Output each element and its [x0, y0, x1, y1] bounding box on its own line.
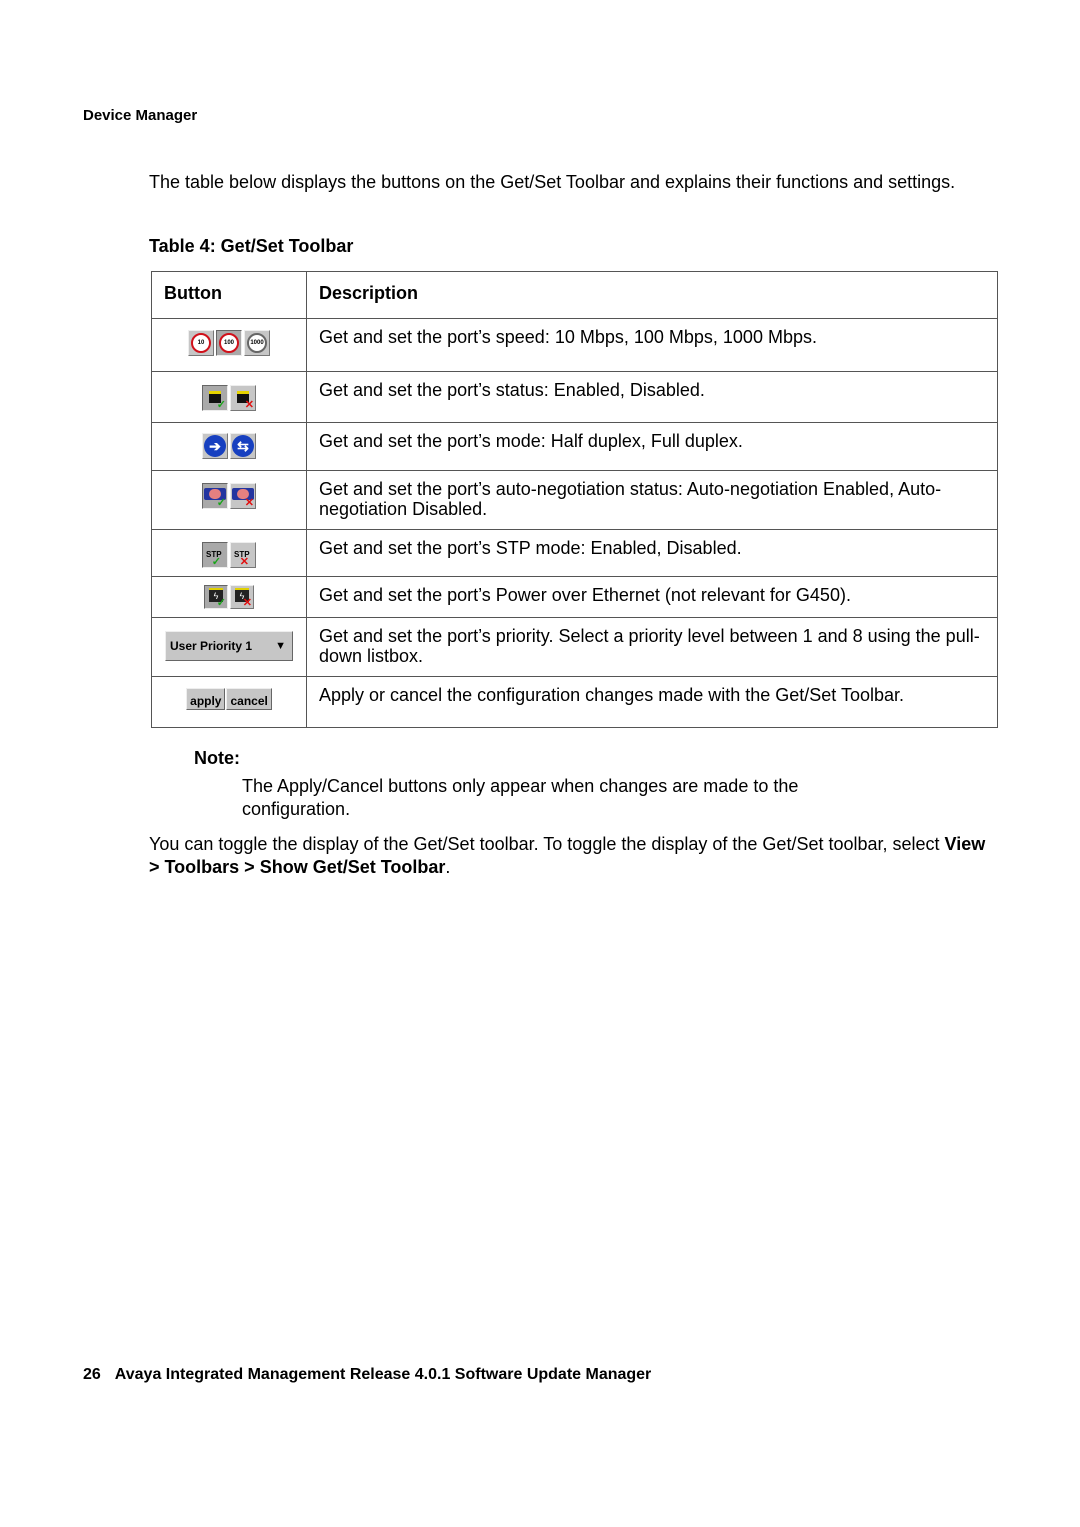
autoneg-enabled-button[interactable]: ✓	[202, 483, 228, 509]
cross-icon: ✕	[242, 597, 252, 609]
running-head: Device Manager	[83, 107, 198, 124]
check-icon: ✓	[216, 597, 226, 609]
user-priority-select[interactable]: User Priority 1 ▼	[165, 631, 293, 661]
check-icon: ✓	[216, 399, 226, 411]
button-cell: STP ✓ STP ✕	[151, 529, 307, 577]
check-icon: ✓	[216, 497, 226, 509]
button-cell: ✓ ✕	[151, 371, 307, 423]
table-row: 10 100 1000 Get and set the port’s speed…	[151, 318, 998, 372]
speed-100-icon: 100	[219, 333, 239, 353]
table-row: ✓ ✕ Get and set the port’s status: Enabl…	[151, 371, 998, 423]
description-cell: Get and set the port’s mode: Half duplex…	[306, 422, 998, 471]
full-duplex-icon: ⇆	[232, 435, 254, 457]
button-cell: ➔ ⇆	[151, 422, 307, 471]
toggle-paragraph: You can toggle the display of the Get/Se…	[149, 833, 999, 879]
port-enabled-button[interactable]: ✓	[202, 385, 228, 411]
note-text: The Apply/Cancel buttons only appear whe…	[242, 776, 799, 819]
chevron-down-icon: ▼	[275, 640, 286, 652]
table-row: ϟ ✓ ϟ ✕ Get and set the port’s Power over …	[151, 576, 998, 618]
button-cell: apply cancel	[151, 676, 307, 728]
description-cell: Get and set the port’s Power over Ethern…	[306, 576, 998, 618]
table-caption: Table 4: Get/Set Toolbar	[149, 236, 354, 256]
port-disabled-button[interactable]: ✕	[230, 385, 256, 411]
table-header-row: Button Description	[151, 271, 998, 319]
stp-enabled-button[interactable]: STP ✓	[202, 542, 228, 568]
autoneg-disabled-button[interactable]: ✕	[230, 483, 256, 509]
half-duplex-icon: ➔	[204, 435, 226, 457]
button-cell: 10 100 1000	[151, 318, 307, 372]
half-duplex-button[interactable]: ➔	[202, 433, 228, 459]
toggle-text-before: You can toggle the display of the Get/Se…	[149, 834, 945, 854]
speed-10-icon: 10	[191, 333, 211, 353]
button-cell: ϟ ✓ ϟ ✕	[151, 576, 307, 618]
check-icon: ✓	[211, 556, 221, 568]
speed-100-button[interactable]: 100	[216, 330, 242, 356]
intro-paragraph: The table below displays the buttons on …	[149, 172, 956, 192]
poe-enabled-button[interactable]: ϟ ✓	[204, 585, 228, 609]
table-row: apply cancel Apply or cancel the configu…	[151, 676, 998, 728]
speed-1000-button[interactable]: 1000	[244, 330, 270, 356]
cross-icon: ✕	[239, 556, 249, 568]
table-row: ✓ ✕ Get and set the port’s auto-negotiat…	[151, 470, 998, 530]
description-cell: Apply or cancel the configuration change…	[306, 676, 998, 728]
description-cell: Get and set the port’s priority. Select …	[306, 617, 998, 677]
apply-button[interactable]: apply	[186, 688, 226, 710]
footer-title: Avaya Integrated Management Release 4.0.…	[114, 1366, 652, 1383]
stp-disabled-button[interactable]: STP ✕	[230, 542, 256, 568]
table-row: User Priority 1 ▼ Get and set the port’s…	[151, 617, 998, 677]
speed-1000-icon: 1000	[247, 333, 267, 353]
cancel-button[interactable]: cancel	[226, 688, 272, 710]
description-cell: Get and set the port’s STP mode: Enabled…	[306, 529, 998, 577]
button-cell: ✓ ✕	[151, 470, 307, 530]
description-cell: Get and set the port’s speed: 10 Mbps, 1…	[306, 318, 998, 372]
full-duplex-button[interactable]: ⇆	[230, 433, 256, 459]
poe-disabled-button[interactable]: ϟ ✕	[230, 585, 254, 609]
button-cell: User Priority 1 ▼	[151, 617, 307, 677]
note-label: Note:	[194, 748, 240, 768]
header-description: Description	[306, 271, 998, 319]
toggle-text-after: .	[445, 857, 451, 877]
page-footer: 26 Avaya Integrated Management Release 4.…	[83, 1366, 651, 1384]
get-set-toolbar-table: Button Description 10 100 1000 Get and s…	[151, 271, 998, 728]
description-cell: Get and set the port’s auto-negotiation …	[306, 470, 998, 530]
description-cell: Get and set the port’s status: Enabled, …	[306, 371, 998, 423]
header-button: Button	[151, 271, 307, 319]
cross-icon: ✕	[244, 399, 254, 411]
table-row: ➔ ⇆ Get and set the port’s mode: Half du…	[151, 422, 998, 471]
speed-10-button[interactable]: 10	[188, 330, 214, 356]
user-priority-value: User Priority 1	[170, 639, 253, 653]
page-number: 26	[83, 1366, 101, 1383]
cross-icon: ✕	[244, 497, 254, 509]
table-row: STP ✓ STP ✕ Get and set the port’s STP mod…	[151, 529, 998, 577]
